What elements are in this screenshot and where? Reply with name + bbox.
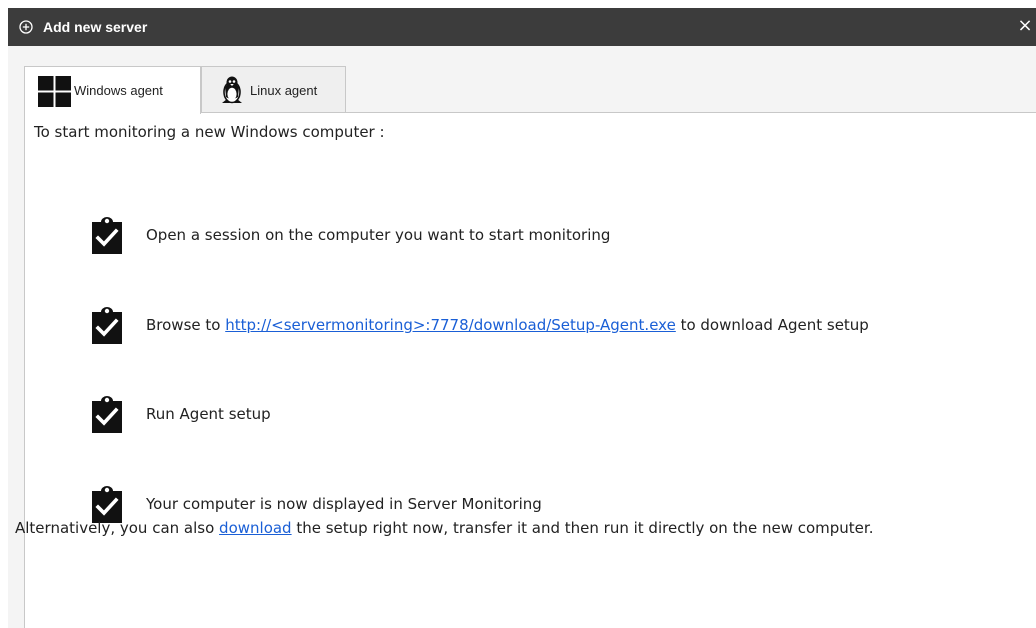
close-button[interactable]: × <box>1017 17 1033 35</box>
step-1: Open a session on the computer you want … <box>89 216 989 254</box>
window-title: Add new server <box>43 19 148 35</box>
setup-agent-download-link[interactable]: http://<servermonitoring>:7778/download/… <box>225 316 676 334</box>
linux-tux-icon <box>222 76 242 104</box>
clipboard-check-icon <box>92 396 122 433</box>
intro-text: To start monitoring a new Windows comput… <box>34 123 385 141</box>
windows-logo-icon <box>38 76 71 107</box>
alternative-before: Alternatively, you can also <box>15 519 220 537</box>
step-text-before: Browse to <box>146 316 226 334</box>
step-text: Your computer is now displayed in Server… <box>146 495 542 513</box>
step-3: Run Agent setup <box>89 395 989 433</box>
download-link[interactable]: download <box>219 519 292 537</box>
clipboard-check-icon <box>92 486 122 523</box>
clipboard-check-icon <box>92 307 122 344</box>
tab-content-windows: To start monitoring a new Windows comput… <box>15 112 1036 628</box>
step-text-after: to download Agent setup <box>675 316 869 334</box>
alternative-text: Alternatively, you can also download the… <box>15 519 873 537</box>
step-2: Browse to http://<servermonitoring>:7778… <box>89 306 989 344</box>
step-4: Your computer is now displayed in Server… <box>89 485 989 523</box>
tab-label: Linux agent <box>250 83 318 98</box>
step-text: Browse to http://<servermonitoring>:7778… <box>146 316 869 334</box>
step-text: Run Agent setup <box>146 405 271 423</box>
tab-linux-agent[interactable]: Linux agent <box>201 66 346 112</box>
clipboard-check-icon <box>92 217 122 254</box>
step-text: Open a session on the computer you want … <box>146 226 611 244</box>
plus-circle-icon <box>19 20 33 34</box>
dialog-body: Windows agent Linux agent To start monit… <box>8 46 1036 628</box>
alternative-after: the setup right now, transfer it and the… <box>291 519 874 537</box>
window-titlebar: Add new server × <box>8 8 1036 46</box>
tab-label: Windows agent <box>74 83 163 98</box>
tab-windows-agent[interactable]: Windows agent <box>24 66 201 114</box>
